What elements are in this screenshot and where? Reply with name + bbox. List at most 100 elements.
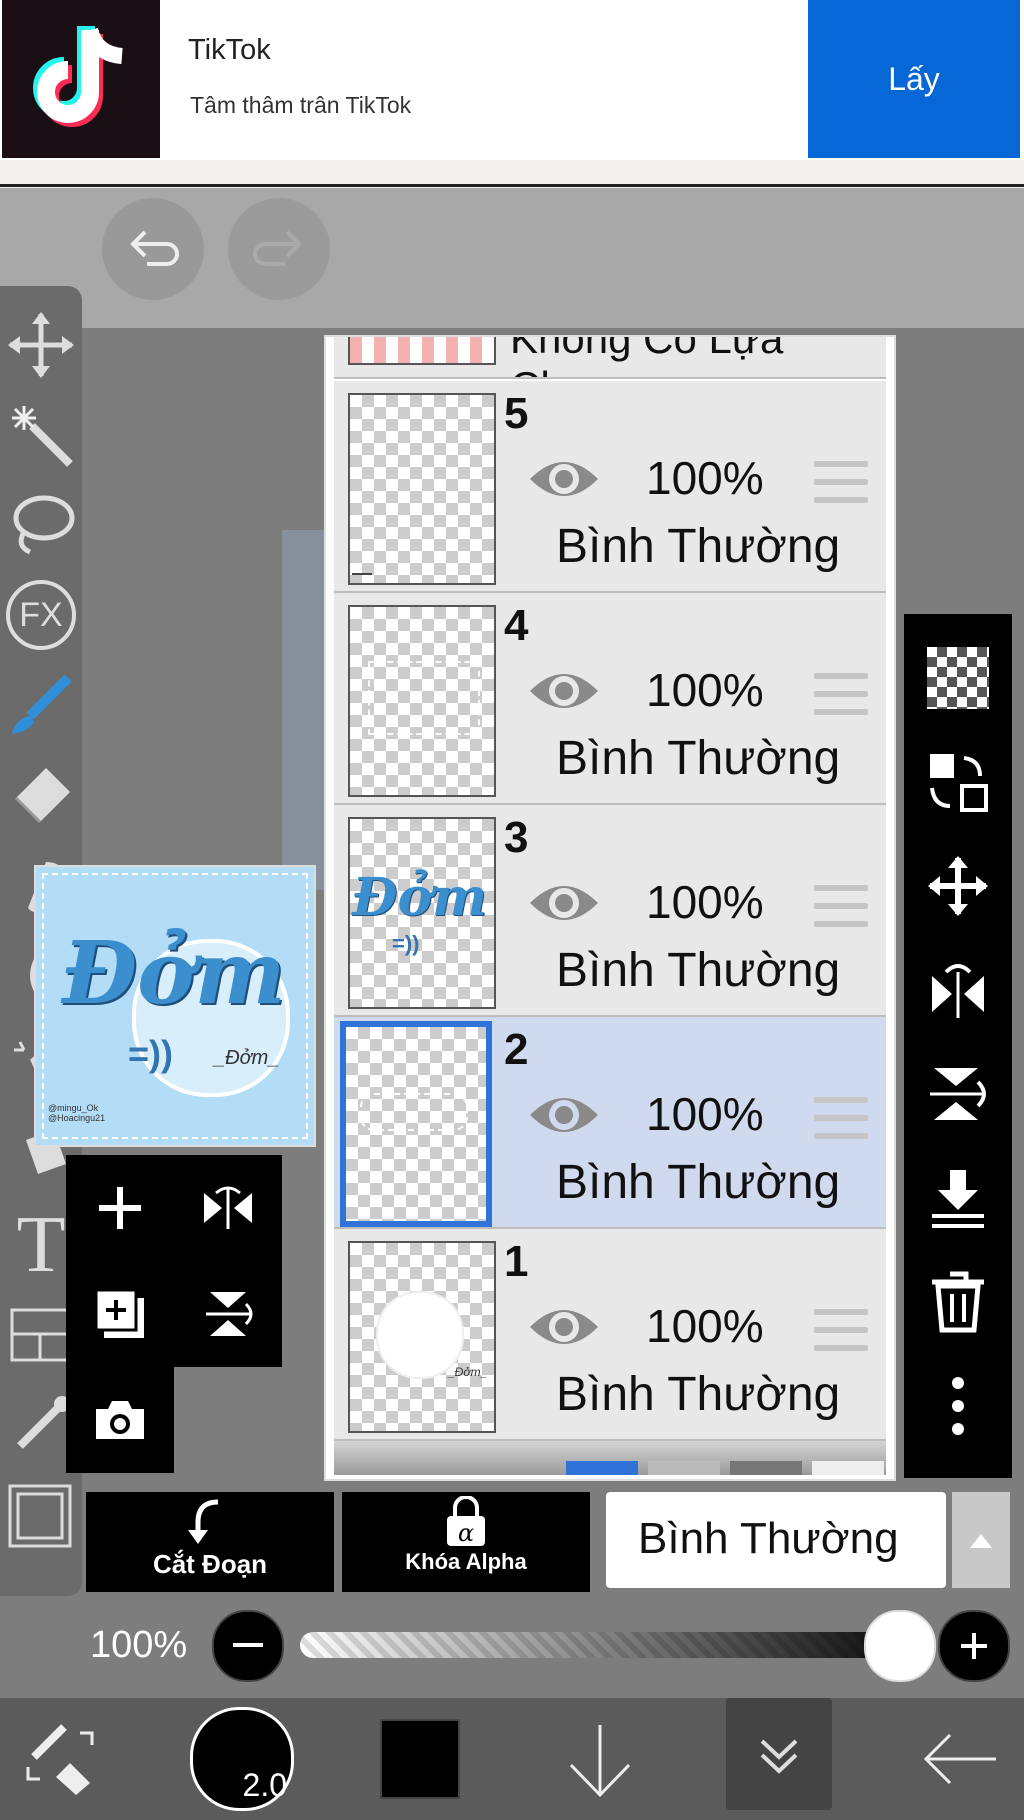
panel-page-indicator[interactable] [648,1461,720,1475]
layer-number: 1 [504,1237,529,1286]
layer-thumb-text: Đởm [352,867,488,928]
brush-icon[interactable] [0,660,82,750]
layer-number: 3 [504,813,529,862]
minus-icon [233,1643,263,1647]
merge-down-icon[interactable] [904,1146,1012,1250]
alpha-lock-button[interactable]: α Khóa Alpha [342,1492,590,1592]
swap-layer-icon[interactable] [904,730,1012,834]
more-icon[interactable] [904,1354,1012,1458]
drag-handle-icon[interactable] [814,461,868,515]
flip-icon[interactable] [904,938,1012,1042]
opacity-decrease-button[interactable] [212,1610,284,1682]
tool-swap-icon[interactable] [0,1698,120,1820]
alpha-lock-label: Khóa Alpha [405,1549,527,1574]
layer-row-selected[interactable]: 2 100% Bình Thường [334,1017,886,1229]
ad-title: TikTok [188,34,271,66]
selection-layer-row[interactable]: Không Có Lựa Chọn [334,337,886,379]
camera-button[interactable] [66,1367,174,1473]
visibility-eye-icon[interactable] [526,875,602,936]
clipping-label: Cắt Đoạn [152,1549,268,1579]
color-swatch[interactable] [380,1698,460,1820]
layer-blend-mode: Bình Thường [556,520,841,573]
layer-blend-mode: Bình Thường [556,1156,841,1209]
trash-icon[interactable] [904,1250,1012,1354]
move-icon[interactable] [904,834,1012,938]
bottom-toolbar: 2.0 [0,1698,1024,1820]
redo-button[interactable] [228,198,330,300]
visibility-eye-icon[interactable] [526,451,602,512]
add-layer-icon [99,1187,141,1229]
ad-get-button[interactable]: Lấy [808,0,1020,158]
move-tool-icon[interactable] [0,300,82,390]
visibility-eye-icon[interactable] [526,1087,602,1148]
blend-mode-arrow[interactable] [952,1492,1010,1588]
ad-banner[interactable]: TikTok Tâm thâm trân TikTok Lấy [0,0,1024,188]
brush-size-button[interactable]: 2.0 [190,1698,294,1820]
layers-panel: Không Có Lựa Chọn 5 100% Bình Thường 4 1… [324,335,896,1481]
plus-icon [961,1633,987,1659]
clipping-button[interactable]: Cắt Đoạn [86,1492,334,1592]
panel-page-indicator[interactable] [730,1461,802,1475]
magic-wand-icon[interactable] [0,390,82,480]
layer-row[interactable]: 4 100% Bình Thường [334,593,886,805]
layer-number: 2 [504,1025,529,1074]
brush-size-value: 2.0 [242,1767,287,1803]
layers-collapse-icon[interactable] [726,1698,832,1810]
fx-icon[interactable]: FX [0,570,82,660]
layer-row[interactable]: _Đởm_ 1 100% Bình Thường [334,1229,886,1441]
canvas-preview[interactable]: Đởm =)) _Đởm_ @mingu_Ok @Hoacingu21 [34,865,316,1147]
drag-handle-icon[interactable] [814,885,868,939]
drag-handle-icon[interactable] [814,1097,868,1151]
panel-page-indicator[interactable] [812,1461,884,1475]
camera-icon [96,1401,144,1439]
blend-mode-value: Bình Thường [638,1514,899,1563]
blend-mode-select[interactable]: Bình Thường [606,1492,1010,1588]
right-layer-toolbar [904,614,1012,1478]
lasso-icon[interactable] [0,480,82,570]
clipping-arrow-icon [188,1499,219,1544]
transparency-icon[interactable] [904,626,1012,730]
eraser-icon[interactable] [0,750,82,840]
layer-blend-mode: Bình Thường [556,1368,841,1421]
back-arrow-icon[interactable] [910,1698,1010,1820]
layer-row[interactable]: 5 100% Bình Thường [334,381,886,593]
tiktok-logo-icon[interactable] [2,0,160,158]
opacity-row: 100% [0,1596,1024,1696]
canvas-artwork-edge [282,530,326,890]
preview-credits: @mingu_Ok @Hoacingu21 [48,1103,106,1123]
layer-row[interactable]: Đởm =)) 3 100% Bình Thường [334,805,886,1017]
opacity-increase-button[interactable] [938,1610,1010,1682]
drag-handle-icon[interactable] [814,673,868,727]
add-copy-layer-button[interactable] [66,1261,174,1367]
ad-subtitle: Tâm thâm trân TikTok [190,92,412,118]
svg-text:α: α [458,1519,474,1547]
flip-horizontal-icon [204,1186,252,1229]
visibility-eye-icon[interactable] [526,663,602,724]
selection-label: Không Có Lựa Chọn [510,337,784,377]
selection-thumb [348,337,496,365]
flip-vertical-button[interactable] [174,1261,282,1367]
drag-handle-icon[interactable] [814,1309,868,1363]
layer-thumbnail [348,605,496,797]
preview-title: Đởm [62,923,286,1024]
layer-thumbnail: Đởm =)) [348,817,496,1009]
undo-button[interactable] [102,198,204,300]
layer-number: 5 [504,389,529,438]
thumb-outline [360,1093,468,1131]
visibility-eye-icon[interactable] [526,1299,602,1360]
layer-opacity: 100% [646,1300,764,1352]
thumb-mark [352,561,372,575]
quick-actions-panel [66,1155,282,1475]
flip-vertical-rotate-icon[interactable] [904,1042,1012,1146]
opacity-slider[interactable] [300,1632,928,1658]
canvas-icon[interactable] [0,1470,82,1560]
ad-divider [0,184,1024,187]
flip-horizontal-button[interactable] [174,1155,282,1261]
panel-page-indicator[interactable] [566,1461,638,1475]
opacity-slider-thumb[interactable] [864,1610,936,1682]
download-icon[interactable] [560,1698,640,1820]
layer-opacity: 100% [646,664,764,716]
flip-vertical-icon [206,1292,253,1336]
layer-blend-mode: Bình Thường [556,944,841,997]
add-layer-button[interactable] [66,1155,174,1261]
